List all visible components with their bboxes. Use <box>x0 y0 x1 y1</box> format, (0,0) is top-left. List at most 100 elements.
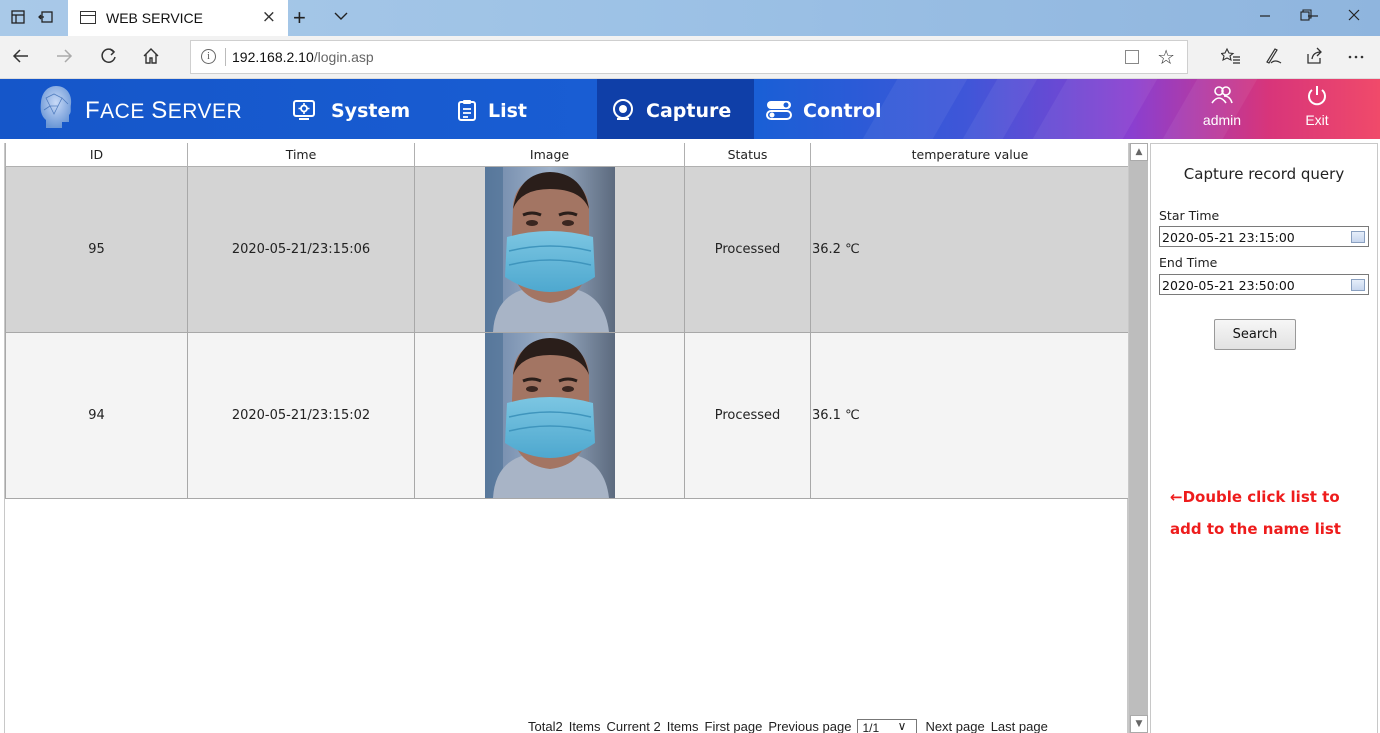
panel-title: Capture record query <box>1183 165 1345 183</box>
menu-list-label: List <box>488 100 528 122</box>
refresh-icon[interactable] <box>98 46 120 68</box>
hint-line-2: add to the name list <box>1170 520 1341 538</box>
menu-capture-label: Capture <box>646 100 732 122</box>
address-separator <box>225 48 226 66</box>
page-select-value: 1/1 <box>862 721 880 733</box>
cell-temperature: 36.2 ℃ <box>810 165 1130 333</box>
face-logo-icon <box>36 84 76 130</box>
page-select[interactable]: 1/1 ∨ <box>857 719 918 733</box>
admin-user-button[interactable]: admin <box>1192 84 1252 128</box>
tab-title: WEB SERVICE <box>106 10 203 26</box>
menu-list[interactable]: List <box>445 79 565 139</box>
tab-preview-icon[interactable] <box>10 9 26 25</box>
capture-face-image[interactable] <box>484 332 615 498</box>
pager-current: Current 2 <box>606 719 661 733</box>
brand-initial-f: F <box>85 97 101 124</box>
url-host: 192.168.2.10 <box>232 49 314 65</box>
column-header-temperature[interactable]: temperature value <box>810 143 1130 167</box>
user-group-icon <box>1211 86 1233 104</box>
clipboard-list-icon <box>456 99 478 121</box>
pager-items-label: Items <box>568 719 601 733</box>
capture-table-container[interactable]: ID Time Image Status temperature value 9… <box>4 143 1130 733</box>
control-toggle-icon <box>766 99 792 121</box>
menu-capture[interactable]: Capture <box>597 79 754 139</box>
brand-rest-erver: ERVER <box>167 100 243 123</box>
calendar-icon[interactable] <box>1351 231 1365 243</box>
capture-table[interactable]: ID Time Image Status temperature value 9… <box>5 143 1130 499</box>
power-icon <box>1308 86 1326 106</box>
menu-system[interactable]: System <box>282 79 422 139</box>
last-page-link[interactable]: Last page <box>991 719 1048 733</box>
first-page-link[interactable]: First page <box>705 719 763 733</box>
menu-system-label: System <box>331 100 411 122</box>
address-bar[interactable]: i 192.168.2.10/login.asp ☆ <box>190 40 1188 74</box>
column-header-image[interactable]: Image <box>414 143 685 167</box>
forward-icon[interactable] <box>53 46 75 68</box>
column-header-status[interactable]: Status <box>684 143 811 167</box>
hint-line-1: ←Double click list to <box>1170 488 1340 506</box>
pagination: Total2 Items Current 2 Items First page Previ… <box>528 719 1054 733</box>
menu-control-label: Control <box>803 100 882 122</box>
capture-query-panel: Capture record query Star Time 2020-05-2… <box>1150 143 1378 733</box>
url-text[interactable]: 192.168.2.10/login.asp <box>232 49 374 65</box>
more-icon[interactable] <box>1345 46 1367 68</box>
brand-rest-ace: ACE <box>100 100 152 123</box>
app-header: FACE SERVER System List Capture Control … <box>0 79 1380 139</box>
window-minimize-icon[interactable] <box>1255 8 1275 26</box>
scroll-down-icon[interactable]: ▼ <box>1130 715 1148 733</box>
exit-button[interactable]: Exit <box>1287 84 1347 128</box>
info-icon[interactable]: i <box>201 49 216 64</box>
cell-id: 94 <box>5 331 188 499</box>
capture-face-image[interactable] <box>484 166 615 332</box>
cell-temperature: 36.1 ℃ <box>810 331 1130 499</box>
cell-image <box>414 165 685 333</box>
previous-page-link[interactable]: Previous page <box>768 719 851 733</box>
end-time-input[interactable]: 2020-05-21 23:50:00 <box>1159 274 1369 295</box>
table-scrollbar[interactable]: ▲ ▼ <box>1128 143 1148 733</box>
end-time-value: 2020-05-21 23:50:00 <box>1162 278 1295 293</box>
brand-initial-s: S <box>151 97 168 124</box>
back-icon[interactable] <box>10 46 32 68</box>
browser-titlebar: WEB SERVICE × + <box>0 0 1380 36</box>
start-time-value: 2020-05-21 23:15:00 <box>1162 230 1295 245</box>
pen-icon[interactable] <box>1262 46 1284 68</box>
start-time-label: Star Time <box>1159 208 1220 223</box>
cell-time: 2020-05-21/23:15:02 <box>187 331 415 499</box>
cell-status: Processed <box>684 331 811 499</box>
end-time-label: End Time <box>1159 255 1218 270</box>
cell-status: Processed <box>684 165 811 333</box>
column-header-id[interactable]: ID <box>5 143 188 167</box>
cell-id: 95 <box>5 165 188 333</box>
chevron-down-icon: ∨ <box>897 719 907 733</box>
scroll-up-icon[interactable]: ▲ <box>1130 143 1148 161</box>
reading-view-icon[interactable] <box>1125 50 1139 64</box>
capture-camera-icon <box>612 99 634 121</box>
restore-icon[interactable] <box>1296 8 1316 26</box>
new-tab-button[interactable]: + <box>293 5 306 31</box>
start-time-input[interactable]: 2020-05-21 23:15:00 <box>1159 226 1369 247</box>
address-toolbar: i 192.168.2.10/login.asp ☆ <box>0 36 1380 79</box>
exit-label: Exit <box>1305 112 1329 128</box>
menu-control[interactable]: Control <box>754 79 894 139</box>
home-icon[interactable] <box>140 46 162 68</box>
favorite-star-icon[interactable]: ☆ <box>1157 45 1175 69</box>
calendar-icon[interactable] <box>1351 279 1365 291</box>
chevron-down-icon[interactable] <box>334 10 348 22</box>
search-button[interactable]: Search <box>1214 319 1296 350</box>
column-header-time[interactable]: Time <box>187 143 415 167</box>
cell-image <box>414 331 685 499</box>
set-aside-tabs-icon[interactable] <box>38 9 54 25</box>
table-row[interactable]: 95 2020-05-21/23:15:06 Processed 36.2 ℃ <box>5 165 1130 333</box>
close-tab-icon[interactable]: × <box>262 7 276 27</box>
admin-label: admin <box>1202 112 1242 128</box>
window-close-icon[interactable] <box>1344 8 1364 26</box>
table-row[interactable]: 94 2020-05-21/23:15:02 Processed 36.1 ℃ <box>5 331 1130 499</box>
pager-total: Total2 <box>528 719 563 733</box>
share-icon[interactable] <box>1304 46 1326 68</box>
next-page-link[interactable]: Next page <box>925 719 984 733</box>
table-header-row: ID Time Image Status temperature value <box>5 143 1130 167</box>
browser-tab[interactable]: WEB SERVICE × <box>68 0 288 36</box>
system-monitor-icon <box>293 99 315 121</box>
cell-time: 2020-05-21/23:15:06 <box>187 165 415 333</box>
favorites-list-icon[interactable] <box>1220 46 1242 68</box>
